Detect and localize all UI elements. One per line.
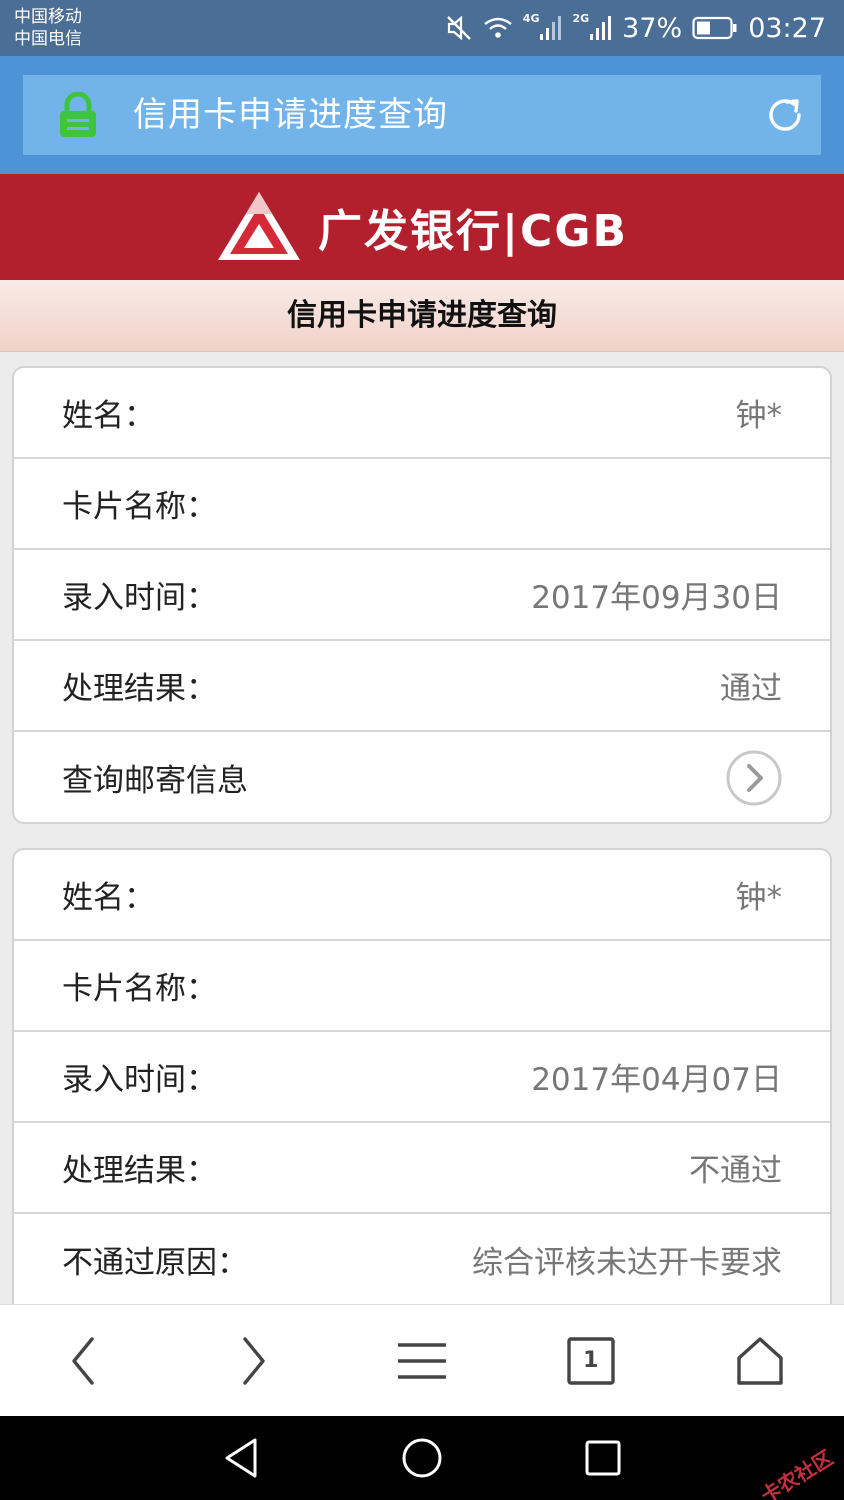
cgb-logo-icon [217, 192, 300, 260]
entry-date-value: 2017年04月07日 [531, 1062, 782, 1098]
result-row: 处理结果： 通过 [14, 641, 830, 732]
name-value: 钟* [735, 398, 783, 434]
watermark: 卡农社区 [756, 1445, 838, 1500]
nav-home-icon[interactable] [392, 1428, 452, 1488]
home-icon[interactable] [715, 1316, 805, 1406]
back-icon[interactable] [39, 1316, 129, 1406]
mail-info-label: 查询邮寄信息 [62, 763, 248, 799]
entry-date-label: 录入时间： [62, 580, 217, 616]
clock: 03:27 [748, 12, 826, 44]
name-label: 姓名： [62, 398, 155, 434]
entry-date-row: 录入时间： 2017年09月30日 [14, 550, 830, 641]
reject-reason-row: 不通过原因： 综合评核未达开卡要求 [14, 1214, 830, 1304]
page-title: 信用卡申请进度查询 [0, 280, 844, 352]
bank-header: 广发银行|CGB [0, 174, 844, 280]
browser-address-bar: 信用卡申请进度查询 [0, 56, 844, 174]
battery-percent: 37% [622, 12, 683, 44]
carrier-info: 中国移动 中国电信 [14, 6, 82, 50]
chevron-right-circle-icon[interactable] [726, 750, 782, 806]
page-url-title: 信用卡申请进度查询 [133, 95, 448, 135]
result-value: 不通过 [689, 1153, 782, 1189]
name-row: 姓名： 钟* [14, 368, 830, 459]
battery-icon [692, 16, 738, 40]
menu-icon[interactable] [377, 1316, 467, 1406]
browser-toolbar: 1 [0, 1304, 844, 1416]
entry-date-label: 录入时间： [62, 1062, 217, 1098]
signal-2-icon: 2G [572, 12, 612, 40]
network-1-label: 4G [522, 11, 540, 25]
result-label: 处理结果： [62, 1153, 217, 1189]
bank-logo-text: 广发银行|CGB [317, 206, 628, 257]
lock-icon [57, 91, 99, 138]
result-value: 通过 [720, 671, 782, 707]
result-label: 处理结果： [62, 671, 217, 707]
result-row: 处理结果： 不通过 [14, 1123, 830, 1214]
forward-icon[interactable] [208, 1316, 298, 1406]
name-value: 钟* [735, 880, 783, 916]
card-name-row: 卡片名称： [14, 941, 830, 1032]
nav-back-icon[interactable] [211, 1428, 271, 1488]
name-row: 姓名： 钟* [14, 850, 830, 941]
mail-info-link[interactable]: 查询邮寄信息 [14, 732, 830, 822]
tab-count: 1 [583, 1347, 599, 1373]
entry-date-row: 录入时间： 2017年04月07日 [14, 1032, 830, 1123]
network-2-label: 2G [572, 11, 590, 25]
nav-recents-icon[interactable] [573, 1428, 633, 1488]
carrier-1: 中国移动 [14, 7, 82, 27]
url-field[interactable]: 信用卡申请进度查询 [23, 75, 821, 155]
mute-icon [445, 14, 473, 42]
reject-reason-label: 不通过原因： [62, 1245, 248, 1281]
carrier-2: 中国电信 [14, 29, 82, 49]
card-name-row: 卡片名称： [14, 459, 830, 550]
results-list: 姓名： 钟* 卡片名称： 录入时间： 2017年09月30日 处理结果： 通过 … [0, 352, 844, 1304]
card-name-label: 卡片名称： [62, 971, 217, 1007]
reject-reason-value: 综合评核未达开卡要求 [472, 1245, 782, 1281]
tabs-icon[interactable]: 1 [546, 1316, 636, 1406]
entry-date-value: 2017年09月30日 [531, 580, 782, 616]
application-card: 姓名： 钟* 卡片名称： 录入时间： 2017年04月07日 处理结果： 不通过… [12, 848, 832, 1304]
reload-icon[interactable] [765, 95, 805, 135]
name-label: 姓名： [62, 880, 155, 916]
card-name-label: 卡片名称： [62, 489, 217, 525]
signal-1-icon: 4G [523, 12, 563, 40]
status-bar: 中国移动 中国电信 4G 2G 37% 03:27 [0, 0, 844, 56]
wifi-icon [483, 15, 513, 41]
system-nav-bar: 卡农社区 [0, 1416, 844, 1500]
application-card: 姓名： 钟* 卡片名称： 录入时间： 2017年09月30日 处理结果： 通过 … [12, 366, 832, 824]
